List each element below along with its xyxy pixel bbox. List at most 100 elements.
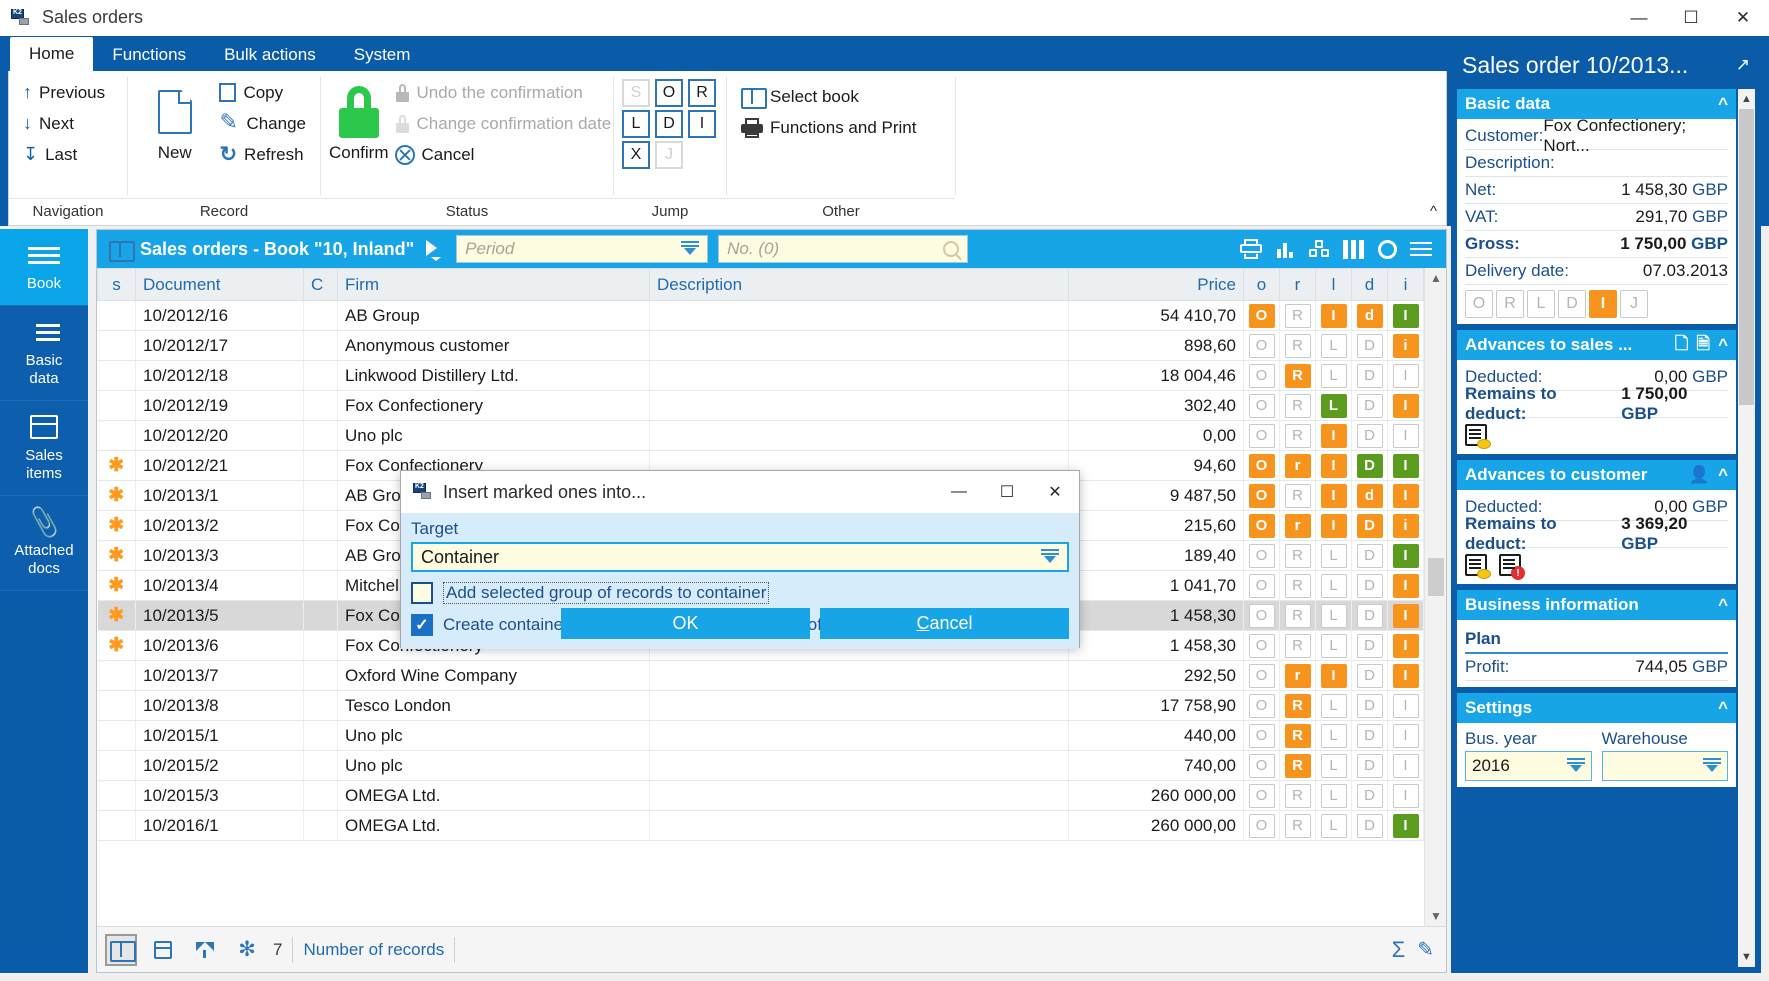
print-button[interactable] xyxy=(1234,232,1268,266)
scroll-down-icon[interactable]: ▼ xyxy=(1425,906,1447,926)
jump-button-r[interactable]: R xyxy=(688,79,716,107)
number-filter-input[interactable]: No. (0) xyxy=(718,235,969,263)
copy-button[interactable]: Copy xyxy=(213,77,312,108)
bus-year-input[interactable]: 2016 xyxy=(1465,751,1592,781)
pivot-button[interactable] xyxy=(1302,232,1336,266)
chevron-up-icon[interactable]: ^ xyxy=(1718,595,1728,615)
chevron-down-icon[interactable] xyxy=(1566,758,1585,774)
footer-marked-button[interactable]: ✻ xyxy=(231,934,263,966)
status-badge[interactable]: D xyxy=(1558,290,1586,318)
invoice-alert-icon[interactable]: ! xyxy=(1499,554,1525,580)
tab-home[interactable]: Home xyxy=(10,37,94,71)
col-description[interactable]: Description xyxy=(649,268,1069,301)
dialog-maximize-button[interactable]: ☐ xyxy=(983,471,1031,513)
minimize-button[interactable]: — xyxy=(1613,0,1665,36)
sidebar-item-basic-data[interactable]: Basic data xyxy=(0,306,88,401)
functions-and-print-button[interactable]: Functions and Print xyxy=(735,112,922,143)
cancel-button[interactable]: Cancel xyxy=(820,608,1069,639)
columns-button[interactable] xyxy=(1336,232,1370,266)
invoice-coin-icon[interactable] xyxy=(1465,554,1491,579)
status-badge[interactable]: L xyxy=(1527,290,1555,318)
invoice-coin-icon[interactable] xyxy=(1465,424,1491,449)
chevron-up-icon[interactable]: ^ xyxy=(1718,698,1728,718)
scrollbar-thumb[interactable] xyxy=(1739,109,1754,405)
menu-button[interactable] xyxy=(1404,232,1438,266)
section-header-advances-to-customer[interactable]: Advances to customer 👤 ^ xyxy=(1457,460,1736,490)
new-button[interactable]: New xyxy=(136,77,213,163)
close-button[interactable]: ✕ xyxy=(1717,0,1769,36)
scroll-up-icon[interactable]: ▲ xyxy=(1738,89,1755,109)
col-o[interactable]: o xyxy=(1243,268,1280,301)
scrollbar-thumb[interactable] xyxy=(1428,558,1444,596)
col-r[interactable]: r xyxy=(1279,268,1316,301)
col-d[interactable]: d xyxy=(1351,268,1388,301)
cancel-status-button[interactable]: Cancel xyxy=(389,139,618,170)
table-row[interactable]: 10/2012/20 Uno plc 0,00 O R I D I xyxy=(97,420,1424,451)
warehouse-input[interactable] xyxy=(1601,751,1728,781)
col-l[interactable]: l xyxy=(1315,268,1352,301)
status-badge[interactable]: O xyxy=(1465,290,1493,318)
table-row[interactable]: 10/2015/1 Uno plc 440,00 O R L D I xyxy=(97,720,1424,751)
create-container-checkbox[interactable]: ✓ xyxy=(411,614,433,636)
table-row[interactable]: 10/2015/2 Uno plc 740,00 O R L D I xyxy=(97,750,1424,781)
dialog-close-button[interactable]: ✕ xyxy=(1031,471,1079,513)
jump-button-l[interactable]: L xyxy=(622,110,650,138)
status-badge[interactable]: R xyxy=(1496,290,1524,318)
footer-container-button[interactable] xyxy=(147,934,179,966)
chevron-up-icon[interactable]: ^ xyxy=(1718,465,1728,485)
ribbon-collapse-button[interactable]: ^ xyxy=(1430,203,1437,220)
col-firm[interactable]: Firm xyxy=(337,268,650,301)
table-row[interactable]: 10/2012/17 Anonymous customer 898,60 O R L Di xyxy=(97,330,1424,361)
target-combobox[interactable]: Container xyxy=(411,542,1069,572)
select-book-button[interactable]: Select book xyxy=(735,81,865,112)
section-header-business-information[interactable]: Business information ^ xyxy=(1457,590,1736,620)
dialog-minimize-button[interactable]: — xyxy=(935,471,983,513)
jump-button-o[interactable]: O xyxy=(655,79,683,107)
status-badge[interactable]: J xyxy=(1620,290,1648,318)
table-row[interactable]: 10/2016/1 OMEGA Ltd. 260 000,00 O R L D I xyxy=(97,810,1424,841)
ok-button[interactable]: OK xyxy=(561,608,810,639)
chevron-up-icon[interactable]: ^ xyxy=(1718,335,1728,355)
chart-button[interactable] xyxy=(1268,232,1302,266)
settings-button[interactable] xyxy=(1370,232,1404,266)
table-row[interactable]: 10/2013/7 Oxford Wine Company 292,50 Or I D I xyxy=(97,660,1424,691)
edit-icon[interactable]: ✎ xyxy=(1417,937,1434,962)
sidebar-item-book[interactable]: Book xyxy=(0,229,88,306)
jump-button-i[interactable]: I xyxy=(688,110,716,138)
col-c[interactable]: C xyxy=(303,268,338,301)
section-header-advances-to-sales[interactable]: Advances to sales ... 🗋 🗎 ^ xyxy=(1457,330,1736,360)
chevron-down-icon[interactable] xyxy=(681,241,700,257)
tab-bulk-actions[interactable]: Bulk actions xyxy=(205,38,335,71)
chevron-down-icon[interactable] xyxy=(1703,758,1721,774)
chevron-down-icon[interactable] xyxy=(1041,549,1059,565)
popout-icon[interactable]: ↗ xyxy=(1736,55,1750,75)
table-row[interactable]: 10/2015/3 OMEGA Ltd. 260 000,00 O R L D I xyxy=(97,780,1424,811)
last-button[interactable]: Last xyxy=(17,139,83,170)
refresh-button[interactable]: Refresh xyxy=(213,139,312,170)
maximize-button[interactable]: ☐ xyxy=(1665,0,1717,36)
confirm-button[interactable]: Confirm xyxy=(329,77,389,163)
scroll-up-icon[interactable]: ▲ xyxy=(1425,268,1447,288)
table-row[interactable]: 10/2012/18 Linkwood Distillery Ltd. 18 004… xyxy=(97,360,1424,391)
col-i[interactable]: i xyxy=(1387,268,1424,301)
period-filter-input[interactable]: Period xyxy=(456,235,709,263)
document-list-icon[interactable]: 🗎 xyxy=(1696,331,1710,360)
footer-book-button[interactable] xyxy=(105,933,137,966)
tab-functions[interactable]: Functions xyxy=(93,38,205,71)
col-document[interactable]: Document xyxy=(135,268,304,301)
section-header-basic-data[interactable]: Basic data ^ xyxy=(1457,89,1736,119)
next-button[interactable]: Next xyxy=(17,108,80,139)
add-to-container-checkbox[interactable] xyxy=(411,582,433,604)
search-icon[interactable] xyxy=(943,241,960,257)
jump-button-x[interactable]: X xyxy=(622,141,650,169)
grid-vertical-scrollbar[interactable]: ▲ ▼ xyxy=(1424,268,1446,926)
scroll-down-icon[interactable]: ▼ xyxy=(1738,947,1755,967)
change-confirmation-date-button[interactable]: Change confirmation date xyxy=(389,108,618,139)
add-to-container-checkbox-row[interactable]: Add selected group of records to contain… xyxy=(411,582,1069,604)
previous-button[interactable]: Previous xyxy=(17,77,111,108)
tab-system[interactable]: System xyxy=(335,38,430,71)
table-row[interactable]: 10/2013/8 Tesco London 17 758,90 O R L D I xyxy=(97,690,1424,721)
section-header-settings[interactable]: Settings ^ xyxy=(1457,693,1736,723)
change-button[interactable]: Change xyxy=(213,108,312,139)
chevron-up-icon[interactable]: ^ xyxy=(1718,94,1728,114)
